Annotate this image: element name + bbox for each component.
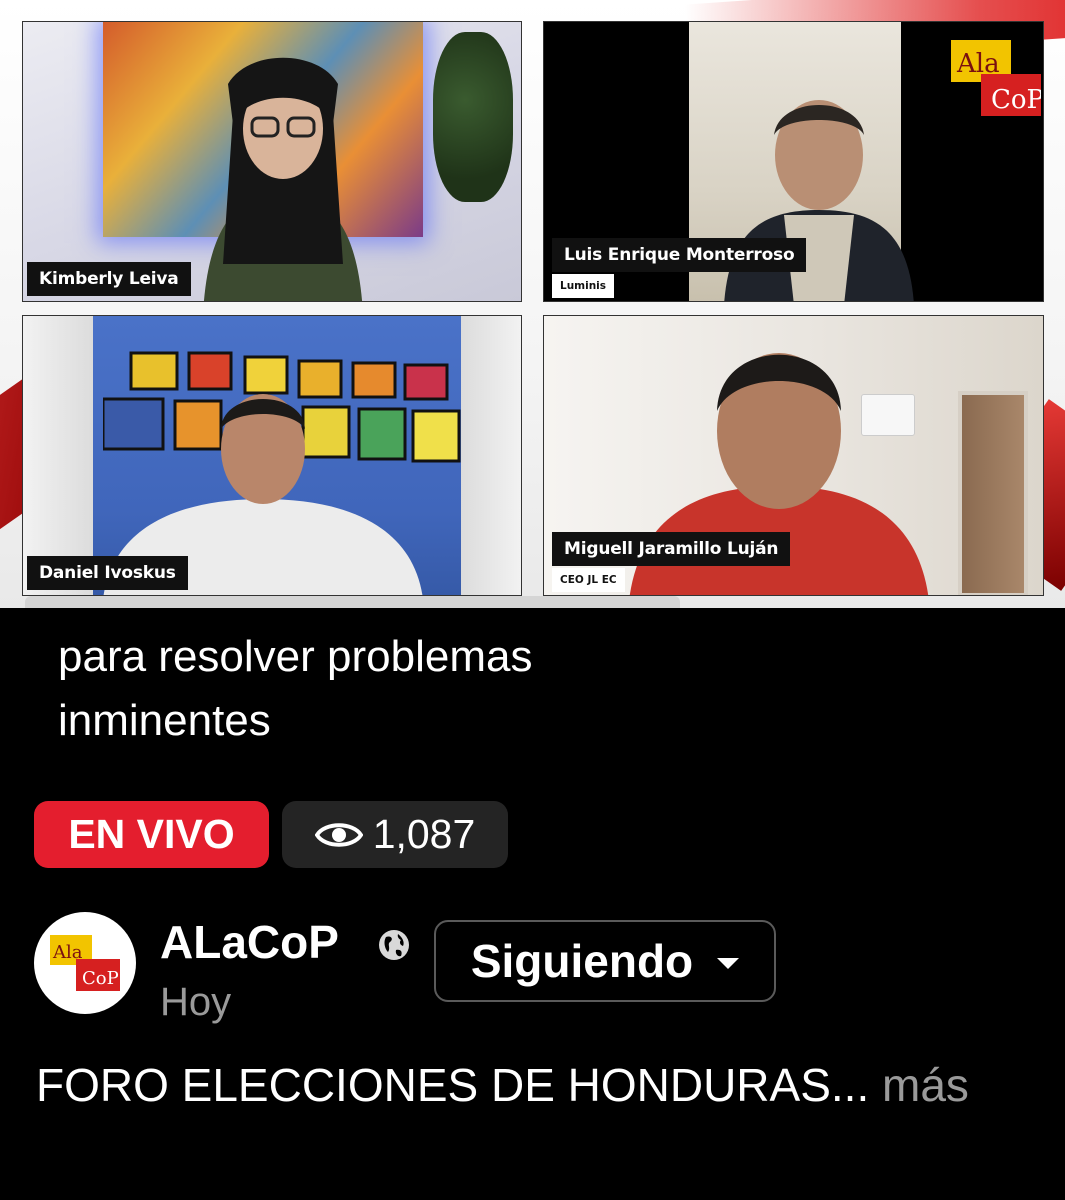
page-name[interactable]: ALaCoP — [160, 915, 339, 969]
live-caption: para resolver problemas inminentes — [58, 625, 998, 753]
participant-name: Miguell Jaramillo Luján — [552, 532, 791, 566]
caption-line: inminentes — [58, 696, 271, 745]
video-progress-track[interactable] — [25, 596, 680, 608]
participant-tile: Daniel Ivoskus — [22, 315, 522, 596]
svg-text:Ala: Ala — [956, 49, 1000, 79]
svg-text:Ala: Ala — [52, 942, 83, 963]
post-description: FORO ELECCIONES DE HONDURAS... más — [36, 1053, 1016, 1117]
participant-tile: Miguell Jaramillo Luján CEO JL EC — [543, 315, 1044, 596]
see-more-link[interactable]: más — [882, 1059, 969, 1111]
description-text: FORO ELECCIONES DE HONDURAS... — [36, 1059, 870, 1111]
caret-down-icon — [717, 957, 740, 969]
participant-org: CEO JL EC — [552, 568, 625, 592]
viewer-count: 1,087 — [372, 811, 476, 857]
participant-video — [204, 57, 362, 301]
bookshelf — [461, 316, 521, 595]
alacop-logo: Ala CoP — [951, 40, 1041, 116]
page-avatar[interactable]: Ala CoP — [34, 912, 136, 1014]
plant-decor — [433, 32, 513, 202]
participant-name: Luis Enrique Monterroso — [552, 238, 807, 272]
alacop-logo: Ala CoP — [50, 935, 120, 991]
participant-tile: Ala CoP Luis Enrique Monterroso Luminis — [543, 21, 1044, 302]
bookshelf — [23, 316, 93, 595]
participant-name: Daniel Ivoskus — [27, 556, 188, 590]
svg-text:CoP: CoP — [82, 968, 119, 989]
door — [958, 391, 1028, 595]
caption-line: para resolver problemas — [58, 632, 533, 681]
post-time[interactable]: Hoy — [160, 980, 231, 1025]
following-button[interactable]: Siguiendo — [434, 920, 776, 1002]
participant-tile: Kimberly Leiva — [22, 21, 522, 302]
participant-name: Kimberly Leiva — [27, 262, 191, 296]
globe-icon — [379, 930, 409, 960]
participant-org: Luminis — [552, 274, 615, 298]
eye-icon — [314, 822, 363, 847]
following-label: Siguiendo — [470, 935, 694, 987]
viewer-count-badge: 1,087 — [282, 801, 508, 868]
live-badge: EN VIVO — [34, 801, 269, 868]
svg-text:CoP: CoP — [991, 85, 1041, 115]
live-video-player[interactable]: Kimberly Leiva Ala CoP Luis Enrique Mont… — [0, 0, 1065, 608]
